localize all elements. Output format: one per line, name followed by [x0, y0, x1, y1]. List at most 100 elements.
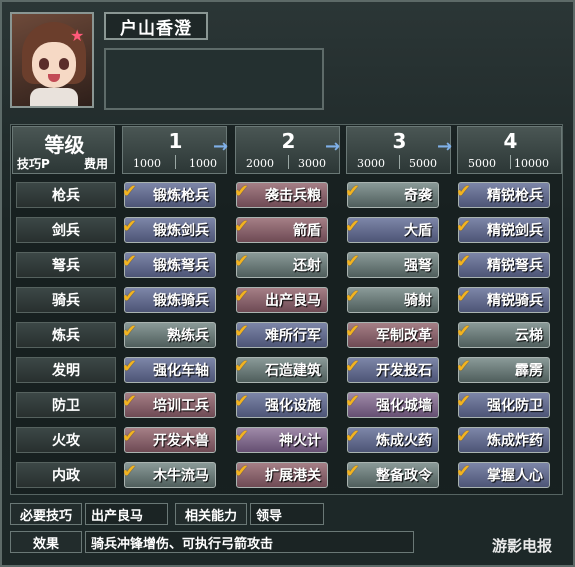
skill-button[interactable]: ✔ 开发木兽 [122, 426, 216, 453]
skill-button[interactable]: ✔ 开发投石 [345, 356, 439, 383]
check-icon: ✔ [456, 216, 472, 237]
row-category-label: 骑兵 [16, 287, 116, 313]
skill-button[interactable]: ✔ 炼成火药 [345, 426, 439, 453]
check-icon: ✔ [345, 286, 361, 307]
effect-label: 效果 [10, 531, 82, 553]
skill-button[interactable]: ✔ 难所行军 [234, 321, 328, 348]
level-column-1: 1 1000 1000 [122, 126, 227, 174]
related-ability-value: 领导 [250, 503, 324, 525]
skill-button[interactable]: ✔ 军制改革 [345, 321, 439, 348]
skill-label: 锻炼剑兵 [153, 223, 209, 239]
check-icon: ✔ [456, 251, 472, 272]
check-icon: ✔ [234, 286, 250, 307]
skill-button[interactable]: ✔ 培训工兵 [122, 391, 216, 418]
check-icon: ✔ [456, 426, 472, 447]
skill-button[interactable]: ✔ 熟练兵 [122, 321, 216, 348]
skill-label: 大盾 [404, 223, 432, 239]
skill-label: 精锐枪兵 [487, 188, 543, 204]
skill-label: 强化城墙 [376, 398, 432, 414]
row-category-label: 内政 [16, 462, 116, 488]
skill-label: 炼成火药 [376, 433, 432, 449]
skill-label: 霹雳 [515, 363, 543, 379]
row-category-label: 防卫 [16, 392, 116, 418]
skill-label: 培训工兵 [153, 398, 209, 414]
cost-value: 3000 [298, 157, 326, 170]
skill-label: 炼成炸药 [487, 433, 543, 449]
skill-label: 军制改革 [376, 328, 432, 344]
check-icon: ✔ [345, 426, 361, 447]
skill-button[interactable]: ✔ 神火计 [234, 426, 328, 453]
skill-button[interactable]: ✔ 霹雳 [456, 356, 550, 383]
row-category-label: 弩兵 [16, 252, 116, 278]
check-icon: ✔ [234, 181, 250, 202]
skill-label: 强化防卫 [487, 398, 543, 414]
row-category-label: 火攻 [16, 427, 116, 453]
level-column-4: 4 5000 10000 [457, 126, 562, 174]
skill-label: 精锐骑兵 [487, 293, 543, 309]
skill-button[interactable]: ✔ 奇袭 [345, 181, 439, 208]
skill-label: 奇袭 [404, 188, 432, 204]
skill-button[interactable]: ✔ 精锐骑兵 [456, 286, 550, 313]
skill-label: 熟练兵 [167, 328, 209, 344]
skill-button[interactable]: ✔ 云梯 [456, 321, 550, 348]
skill-button[interactable]: ✔ 强化城墙 [345, 391, 439, 418]
skill-button[interactable]: ✔ 精锐弩兵 [456, 251, 550, 278]
skill-button[interactable]: ✔ 扩展港关 [234, 461, 328, 488]
skill-label: 云梯 [515, 328, 543, 344]
check-icon: ✔ [234, 426, 250, 447]
skill-label: 骑射 [404, 293, 432, 309]
description-box [104, 48, 324, 110]
skill-label: 难所行军 [265, 328, 321, 344]
check-icon: ✔ [122, 251, 138, 272]
cost-label: 费用 [83, 157, 108, 171]
skill-button[interactable]: ✔ 袭击兵粮 [234, 181, 328, 208]
skill-button[interactable]: ✔ 精锐剑兵 [456, 216, 550, 243]
check-icon: ✔ [345, 461, 361, 482]
skill-label: 锻炼枪兵 [153, 188, 209, 204]
skill-button[interactable]: ✔ 精锐枪兵 [456, 181, 550, 208]
skill-label: 木牛流马 [153, 468, 209, 484]
related-ability-label: 相关能力 [175, 503, 247, 525]
skill-button[interactable]: ✔ 锻炼骑兵 [122, 286, 216, 313]
cost-value: 10000 [514, 157, 549, 170]
skill-button[interactable]: ✔ 炼成炸药 [456, 426, 550, 453]
level-number: 4 [503, 129, 518, 153]
skill-button[interactable]: ✔ 锻炼剑兵 [122, 216, 216, 243]
check-icon: ✔ [122, 391, 138, 412]
skill-button[interactable]: ✔ 强弩 [345, 251, 439, 278]
skill-button[interactable]: ✔ 箭盾 [234, 216, 328, 243]
skill-label: 袭击兵粮 [265, 188, 321, 204]
character-portrait: ★ [10, 12, 94, 108]
skill-button[interactable]: ✔ 还射 [234, 251, 328, 278]
level-header: 等级 技巧P 费用 [12, 126, 115, 174]
skill-button[interactable]: ✔ 锻炼枪兵 [122, 181, 216, 208]
skill-label: 石造建筑 [265, 363, 321, 379]
skill-label: 精锐剑兵 [487, 223, 543, 239]
skill-button[interactable]: ✔ 石造建筑 [234, 356, 328, 383]
check-icon: ✔ [234, 216, 250, 237]
skill-button[interactable]: ✔ 强化车轴 [122, 356, 216, 383]
character-name: 户山香澄 [104, 12, 208, 40]
check-icon: ✔ [345, 181, 361, 202]
skill-button[interactable]: ✔ 骑射 [345, 286, 439, 313]
skill-button[interactable]: ✔ 出产良马 [234, 286, 328, 313]
skill-button[interactable]: ✔ 锻炼弩兵 [122, 251, 216, 278]
skill-button[interactable]: ✔ 木牛流马 [122, 461, 216, 488]
level-label: 等级 [44, 133, 85, 157]
skill-button[interactable]: ✔ 掌握人心 [456, 461, 550, 488]
check-icon: ✔ [345, 251, 361, 272]
check-icon: ✔ [456, 461, 472, 482]
skill-button[interactable]: ✔ 强化防卫 [456, 391, 550, 418]
check-icon: ✔ [122, 426, 138, 447]
required-skill-value: 出产良马 [85, 503, 168, 525]
skill-button[interactable]: ✔ 强化设施 [234, 391, 328, 418]
skill-button[interactable]: ✔ 整备政令 [345, 461, 439, 488]
check-icon: ✔ [456, 356, 472, 377]
check-icon: ✔ [122, 181, 138, 202]
tech-points-value: 3000 [357, 157, 385, 170]
watermark: 游影电报 [492, 537, 553, 555]
tech-points-label: 技巧P [17, 157, 50, 171]
check-icon: ✔ [456, 286, 472, 307]
check-icon: ✔ [234, 356, 250, 377]
skill-button[interactable]: ✔ 大盾 [345, 216, 439, 243]
